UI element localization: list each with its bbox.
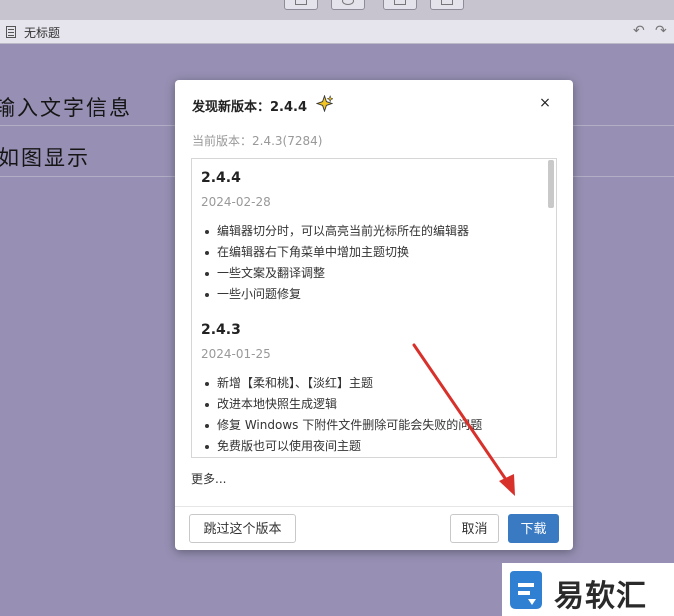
image-icon [295, 0, 307, 5]
footer-divider [175, 506, 573, 507]
list-item: 免费版也可以使用夜间主题 [201, 436, 482, 457]
release-version: 2.4.3 [201, 322, 241, 338]
document-icon [6, 26, 16, 38]
toolbar-button-1[interactable] [284, 0, 318, 10]
update-dialog: 发现新版本：2.4.4 × 当前版本：2.4.3(7284) 2.4.4 202… [175, 80, 573, 550]
toolbar-button-2[interactable] [331, 0, 365, 10]
list-icon [441, 0, 453, 5]
sparkle-icon [316, 95, 333, 112]
top-toolbar [0, 0, 674, 20]
list-item: 一些文案及翻译调整 [201, 263, 469, 284]
watermark: 易软汇 [502, 563, 674, 616]
release-entry: 2.4.4 2024-02-28 编辑器切分时，可以高亮当前光标所在的编辑器 在… [201, 170, 469, 305]
toolbar-button-4[interactable] [430, 0, 464, 10]
release-version: 2.4.4 [201, 170, 241, 186]
list-item: 编辑器切分时，可以高亮当前光标所在的编辑器 [201, 221, 469, 242]
current-version: 当前版本：2.4.3(7284) [192, 134, 323, 148]
redo-icon[interactable]: ↷ [655, 23, 667, 39]
release-notes-panel[interactable]: 2.4.4 2024-02-28 编辑器切分时，可以高亮当前光标所在的编辑器 在… [191, 158, 557, 458]
list-item: 在编辑器右下角菜单中增加主题切换 [201, 242, 469, 263]
release-changes: 新增【柔和桃】、【淡红】主题 改进本地快照生成逻辑 修复 Windows 下附件… [201, 373, 482, 457]
scrollbar-thumb[interactable] [548, 160, 554, 208]
brand-logo-icon [510, 571, 542, 609]
undo-icon[interactable]: ↶ [633, 23, 645, 39]
cancel-button[interactable]: 取消 [450, 514, 499, 543]
skip-version-button[interactable]: 跳过这个版本 [189, 514, 296, 543]
list-item: 改进本地快照生成逻辑 [201, 394, 482, 415]
list-item: 一些小问题修复 [201, 284, 469, 305]
download-button[interactable]: 下载 [508, 514, 559, 543]
document-line-2: 如图显示 [0, 146, 90, 170]
list-item: 修复 Windows 下附件文件删除可能会失败的问题 [201, 415, 482, 436]
release-date: 2024-02-28 [201, 195, 271, 209]
release-entry: 2.4.3 2024-01-25 新增【柔和桃】、【淡红】主题 改进本地快照生成… [201, 322, 482, 457]
circle-icon [342, 0, 354, 5]
document-tab-bar: 无标题 ↶ ↷ [0, 20, 674, 44]
more-link[interactable]: 更多... [191, 470, 226, 487]
close-button[interactable]: × [537, 95, 553, 111]
watermark-text: 易软汇 [554, 579, 647, 614]
document-line-1: 输入文字信息 [0, 96, 132, 120]
toolbar-button-3[interactable] [383, 0, 417, 10]
box-icon [394, 0, 406, 5]
release-date: 2024-01-25 [201, 347, 271, 361]
list-item: 新增【柔和桃】、【淡红】主题 [201, 373, 482, 394]
release-changes: 编辑器切分时，可以高亮当前光标所在的编辑器 在编辑器右下角菜单中增加主题切换 一… [201, 221, 469, 305]
document-tab-title[interactable]: 无标题 [24, 24, 60, 41]
dialog-title: 发现新版本：2.4.4 [192, 100, 308, 115]
